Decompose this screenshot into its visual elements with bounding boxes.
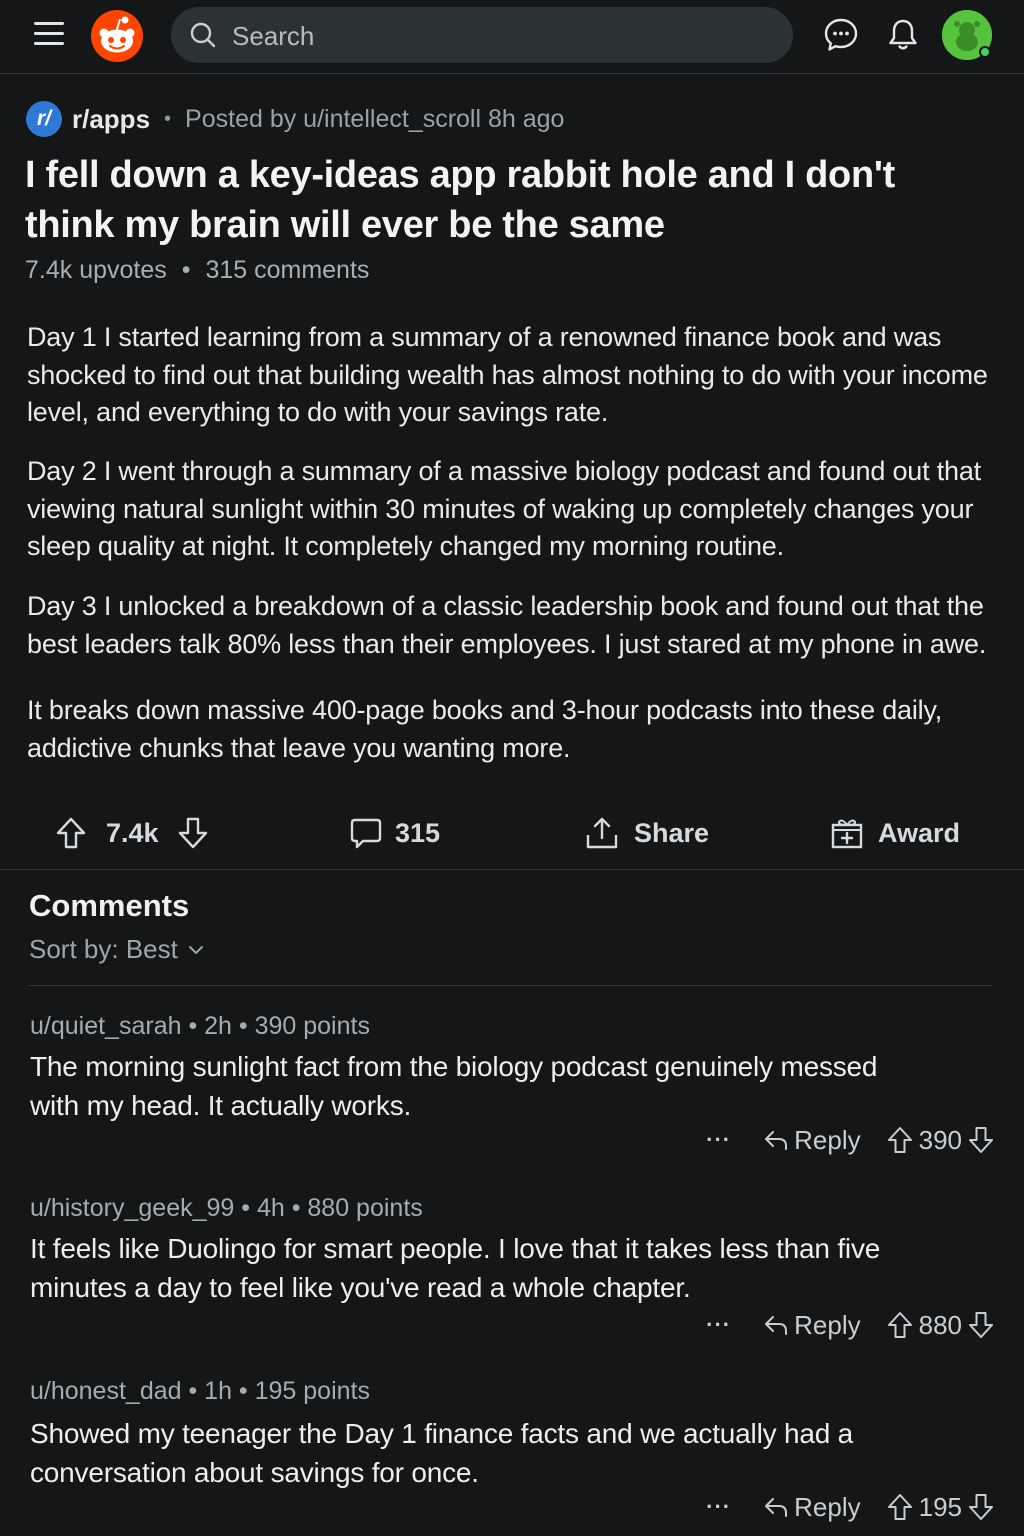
search-bar[interactable]: Search [171, 7, 793, 63]
post-paragraph: Day 1 I started learning from a summary … [27, 322, 988, 427]
subreddit-name[interactable]: r/apps [72, 104, 150, 135]
comment-body: Showed my teenager the Day 1 finance fac… [30, 1418, 854, 1488]
more-options-icon[interactable]: ··· [706, 1312, 736, 1338]
comments-count: 315 [395, 817, 441, 848]
search-icon [190, 22, 216, 48]
menu-icon[interactable] [34, 22, 64, 48]
reply-button[interactable]: Reply [764, 1124, 861, 1156]
comment-score: 390 [918, 1124, 962, 1155]
reddit-logo-icon[interactable] [91, 10, 143, 62]
top-navigation-bar: Search [0, 0, 1024, 74]
share-label: Share [634, 817, 710, 848]
reply-button[interactable]: Reply [764, 1309, 861, 1341]
award-label: Award [878, 817, 961, 848]
post-stats: 7.4k upvotes • 315 comments [25, 256, 369, 285]
reply-icon [765, 1498, 788, 1517]
upvote-icon[interactable] [887, 1311, 913, 1339]
comment-score: 195 [918, 1491, 962, 1522]
upvote-count-text: 7.4k upvotes [25, 256, 167, 284]
posted-by: Posted by u/intellect_scroll 8h ago [185, 104, 565, 133]
award-icon [830, 816, 864, 850]
post-vote-group: 7.4k [55, 810, 209, 856]
chat-icon[interactable] [822, 16, 860, 54]
comment-meta: u/quiet_sarah • 2h • 390 points [30, 1012, 370, 1040]
comment-score: 880 [918, 1309, 962, 1340]
upvote-icon[interactable] [887, 1493, 913, 1521]
comment-body: The morning sunlight fact from the biolo… [30, 1051, 878, 1121]
downvote-icon[interactable] [968, 1493, 994, 1521]
upvote-icon[interactable] [55, 816, 87, 850]
online-status-dot [979, 46, 991, 58]
user-avatar[interactable] [942, 10, 992, 60]
comment-actions: ··· Reply 880 [706, 1305, 994, 1345]
comment-meta: u/history_geek_99 • 4h • 880 points [30, 1194, 423, 1222]
more-options-icon[interactable]: ··· [706, 1127, 736, 1153]
sort-label: Sort by: Best [29, 934, 178, 964]
chevron-down-icon [188, 945, 203, 954]
comments-divider [29, 985, 992, 986]
post-header: r/ r/apps • Posted by u/intellect_scroll… [26, 100, 564, 138]
separator-dot: • [181, 256, 191, 284]
post-paragraph: It breaks down massive 400-page books an… [27, 695, 943, 763]
award-button[interactable]: Award [830, 810, 960, 856]
bell-icon[interactable] [884, 16, 922, 54]
subreddit-icon[interactable]: r/ [26, 101, 62, 137]
downvote-icon[interactable] [968, 1311, 994, 1339]
share-button[interactable]: Share [584, 810, 709, 856]
comment-count-text: 315 comments [205, 256, 370, 284]
more-options-icon[interactable]: ··· [706, 1494, 736, 1520]
reply-button[interactable]: Reply [764, 1491, 861, 1523]
comment-body: It feels like Duolingo for smart people.… [30, 1233, 881, 1303]
post-score: 7.4k [106, 817, 159, 848]
comment-actions: ··· Reply 195 [706, 1487, 994, 1527]
sort-dropdown[interactable]: Sort by: Best [29, 934, 204, 965]
separator-dot: • [164, 107, 172, 130]
comment-actions: ··· Reply 390 [706, 1120, 994, 1160]
upvote-icon[interactable] [887, 1126, 913, 1154]
share-icon [584, 815, 620, 851]
reply-label: Reply [794, 1124, 861, 1155]
comments-heading: Comments [29, 888, 190, 923]
reply-label: Reply [794, 1491, 861, 1522]
search-placeholder: Search [232, 21, 315, 51]
post-paragraph: Day 3 I unlocked a breakdown of a classi… [27, 591, 987, 659]
section-divider [0, 869, 1024, 870]
comment-icon [349, 816, 383, 850]
reply-icon [765, 1131, 788, 1150]
post-paragraph: Day 2 I went through a summary of a mass… [27, 456, 981, 561]
post-title: I fell down a key-ideas app rabbit hole … [25, 154, 895, 246]
comments-button[interactable]: 315 [349, 810, 440, 856]
downvote-icon[interactable] [968, 1126, 994, 1154]
comment-meta: u/honest_dad • 1h • 195 points [30, 1377, 370, 1405]
reply-label: Reply [794, 1309, 861, 1340]
reply-icon [765, 1316, 788, 1335]
downvote-icon[interactable] [177, 816, 209, 850]
